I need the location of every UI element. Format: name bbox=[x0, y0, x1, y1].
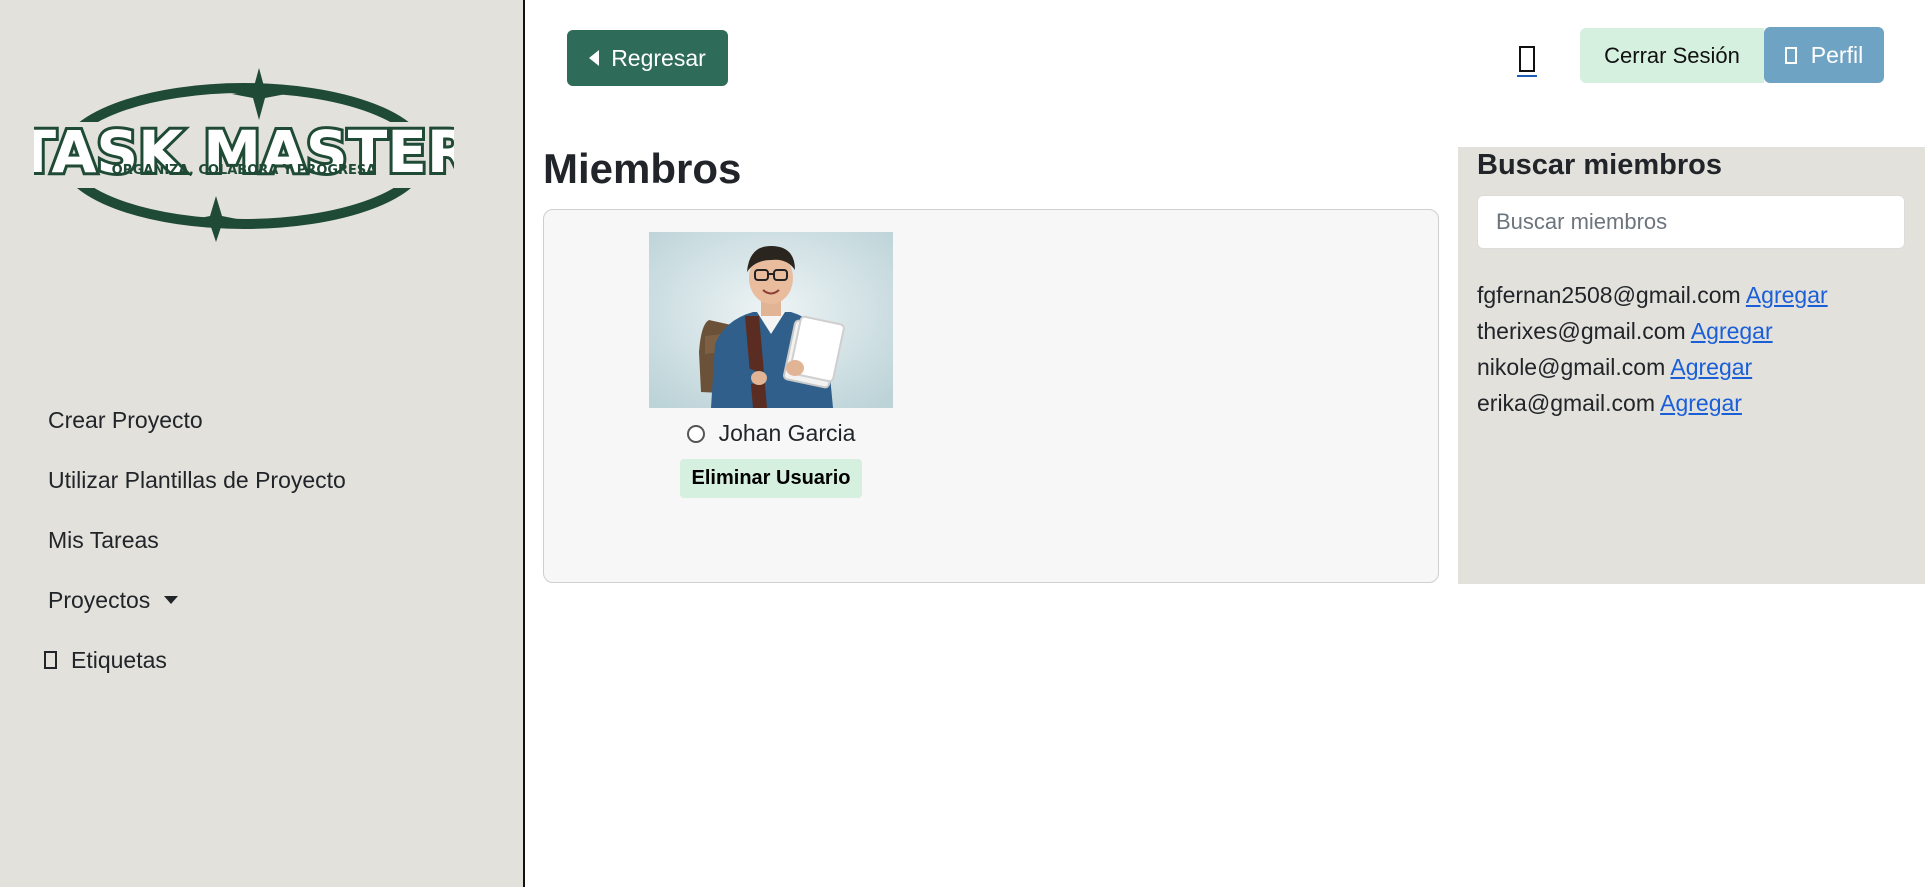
list-item: nikole@gmail.com Agregar bbox=[1477, 349, 1828, 385]
search-results: fgfernan2508@gmail.com Agregar therixes@… bbox=[1477, 277, 1828, 421]
tag-icon bbox=[44, 651, 57, 669]
members-card: Johan Garcia Eliminar Usuario bbox=[543, 209, 1439, 583]
add-member-link[interactable]: Agregar bbox=[1660, 390, 1742, 416]
sidebar-item-label: Etiquetas bbox=[71, 646, 167, 673]
search-title: Buscar miembros bbox=[1477, 149, 1722, 181]
result-email: erika@gmail.com bbox=[1477, 390, 1661, 416]
back-button[interactable]: Regresar bbox=[567, 30, 728, 86]
sidebar-item-mis-tareas[interactable]: Mis Tareas bbox=[48, 510, 346, 570]
sidebar-item-proyectos-dropdown[interactable]: Proyectos bbox=[48, 570, 346, 630]
sidebar-item-label: Crear Proyecto bbox=[48, 406, 203, 433]
sidebar-item-label: Mis Tareas bbox=[48, 526, 159, 553]
remove-user-button[interactable]: Eliminar Usuario bbox=[679, 459, 863, 498]
add-member-link[interactable]: Agregar bbox=[1691, 318, 1773, 344]
member-name: Johan Garcia bbox=[718, 420, 856, 446]
member-photo bbox=[649, 232, 893, 408]
add-member-link[interactable]: Agregar bbox=[1746, 282, 1828, 308]
caret-down-icon bbox=[164, 596, 179, 604]
sidebar: TASK MASTER ORGANIZA, COLABORA Y PROGRES… bbox=[0, 0, 525, 887]
member-card: Johan Garcia Eliminar Usuario bbox=[649, 232, 893, 498]
sidebar-item-crear-proyecto[interactable]: Crear Proyecto bbox=[48, 390, 346, 450]
result-email: therixes@gmail.com bbox=[1477, 318, 1691, 344]
search-members-panel: Buscar miembros fgfernan2508@gmail.com A… bbox=[1458, 147, 1925, 584]
svg-text:ORGANIZA, COLABORA Y PROGRESA: ORGANIZA, COLABORA Y PROGRESA bbox=[112, 163, 377, 178]
member-select-row: Johan Garcia bbox=[686, 420, 856, 447]
caret-left-icon bbox=[589, 50, 600, 66]
mobile-icon-link[interactable] bbox=[1517, 44, 1537, 78]
logout-button-label: Cerrar Sesión bbox=[1604, 42, 1740, 68]
member-radio[interactable] bbox=[686, 424, 705, 443]
add-member-link[interactable]: Agregar bbox=[1670, 354, 1752, 380]
mobile-icon bbox=[1519, 46, 1535, 72]
sidebar-item-label: Utilizar Plantillas de Proyecto bbox=[48, 466, 346, 493]
sidebar-item-plantillas[interactable]: Utilizar Plantillas de Proyecto bbox=[48, 450, 346, 510]
result-email: fgfernan2508@gmail.com bbox=[1477, 282, 1746, 308]
profile-button[interactable]: Perfil bbox=[1764, 27, 1884, 83]
back-button-label: Regresar bbox=[611, 44, 706, 71]
list-item: therixes@gmail.com Agregar bbox=[1477, 313, 1828, 349]
result-email: nikole@gmail.com bbox=[1477, 354, 1671, 380]
task-master-logo[interactable]: TASK MASTER ORGANIZA, COLABORA Y PROGRES… bbox=[34, 64, 454, 244]
list-item: fgfernan2508@gmail.com Agregar bbox=[1477, 277, 1828, 313]
search-input[interactable] bbox=[1477, 195, 1905, 249]
profile-button-label: Perfil bbox=[1810, 41, 1864, 68]
sidebar-item-etiquetas[interactable]: Etiquetas bbox=[44, 630, 346, 690]
sidebar-nav: Crear Proyecto Utilizar Plantillas de Pr… bbox=[44, 390, 346, 690]
list-item: erika@gmail.com Agregar bbox=[1477, 385, 1828, 421]
page-title: Miembros bbox=[543, 145, 742, 192]
link-underline bbox=[1517, 75, 1537, 77]
user-icon bbox=[1784, 46, 1797, 64]
logout-button[interactable]: Cerrar Sesión bbox=[1580, 28, 1764, 83]
sidebar-item-label: Proyectos bbox=[48, 586, 151, 613]
